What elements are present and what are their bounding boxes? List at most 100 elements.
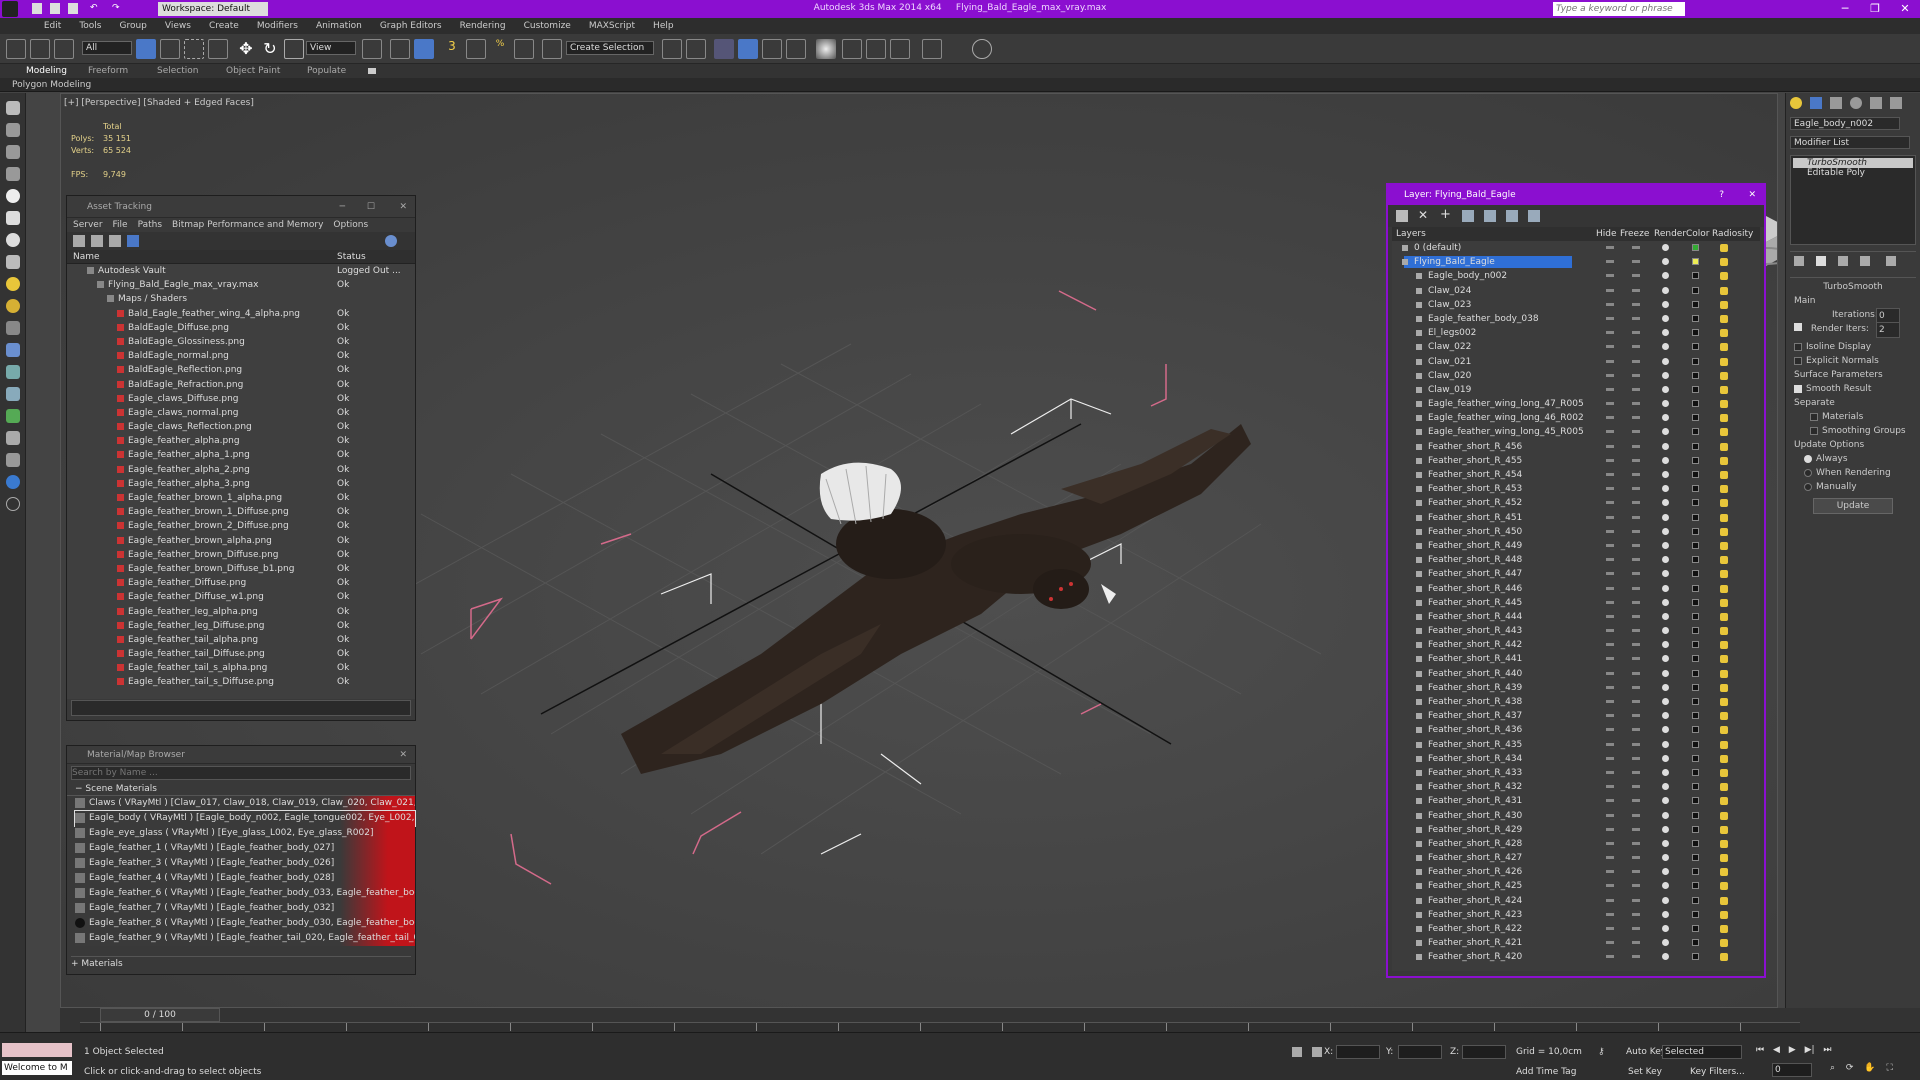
asset-menu-bitmap[interactable]: Bitmap Performance and Memory [172,220,323,230]
hide-toggle-icon[interactable] [1606,870,1614,874]
radiosity-icon[interactable] [1720,726,1728,735]
vray-icon[interactable] [972,39,992,59]
pivot-icon[interactable] [362,39,382,59]
radiosity-icon[interactable] [1720,371,1728,380]
hide-toggle-icon[interactable] [1606,600,1614,604]
radiosity-icon[interactable] [1720,286,1728,295]
render-toggle-icon[interactable] [1662,882,1669,890]
color-swatch-icon[interactable] [1692,471,1699,478]
freeze-toggle-icon[interactable] [1632,543,1640,547]
render-toggle-icon[interactable] [1662,286,1669,294]
new-icon[interactable] [32,3,42,14]
render-toggle-icon[interactable] [1662,641,1669,649]
radiosity-icon[interactable] [1720,698,1728,706]
layer-row[interactable]: Flying_Bald_Eagle [1392,255,1760,269]
color-swatch-icon[interactable] [1692,485,1699,493]
freeze-toggle-icon[interactable] [1632,799,1640,803]
edit-named-selection-icon[interactable] [542,39,562,59]
render-toggle-icon[interactable] [1662,414,1669,422]
hide-toggle-icon[interactable] [1606,841,1614,845]
radiosity-icon[interactable] [1720,499,1728,508]
material-editor-icon[interactable] [816,39,836,59]
layer-row[interactable]: Feather_short_R_450 [1392,525,1760,539]
material-row[interactable]: Eagle_feather_3 ( VRayMtl ) [Eagle_feath… [75,856,415,871]
radiosity-icon[interactable] [1720,570,1728,579]
render-setup-icon[interactable] [842,39,862,59]
render-toggle-icon[interactable] [1662,655,1669,663]
color-swatch-icon[interactable] [1692,258,1699,266]
polygon-modeling-label[interactable]: Polygon Modeling [12,80,91,90]
layer-row[interactable]: Feather_short_R_442 [1392,638,1760,652]
hide-toggle-icon[interactable] [1606,558,1614,562]
scale-icon[interactable] [284,39,304,59]
select-object-icon[interactable] [136,39,156,59]
select-by-name-icon[interactable] [160,39,180,59]
hide-toggle-icon[interactable] [1606,927,1614,930]
radiosity-icon[interactable] [1720,300,1728,309]
mirror-icon[interactable] [662,39,682,59]
render-toggle-icon[interactable] [1662,570,1669,578]
color-swatch-icon[interactable] [1692,868,1699,876]
asset-close-icon[interactable]: ✕ [399,196,407,218]
radiosity-icon[interactable] [1720,456,1728,465]
rollout-title[interactable]: TurboSmooth [1794,280,1912,294]
layer-row[interactable]: Feather_short_R_436 [1392,723,1760,737]
layer-row[interactable]: Feather_short_R_428 [1392,837,1760,851]
color-swatch-icon[interactable] [1692,641,1699,649]
pin-stack-icon[interactable] [1794,256,1804,266]
freeze-toggle-icon[interactable] [1632,302,1640,306]
asset-row[interactable]: Eagle_feather_tail_Diffuse.png Ok [67,647,415,661]
angle-snap-icon[interactable] [466,39,486,59]
material-row[interactable]: Eagle_feather_4 ( VRayMtl ) [Eagle_feath… [75,871,415,886]
menu-group[interactable]: Group [110,18,155,34]
layer-row[interactable]: Feather_short_R_448 [1392,553,1760,567]
curve-editor-icon[interactable] [762,39,782,59]
color-swatch-icon[interactable] [1692,925,1699,932]
hide-toggle-icon[interactable] [1606,770,1614,774]
layer-row[interactable]: Feather_short_R_433 [1392,766,1760,780]
menu-modifiers[interactable]: Modifiers [248,18,307,34]
color-swatch-icon[interactable] [1692,655,1699,663]
color-swatch-icon[interactable] [1692,726,1699,734]
render-toggle-icon[interactable] [1662,499,1669,507]
color-swatch-icon[interactable] [1692,754,1699,762]
explicit-row[interactable]: Explicit Normals [1794,354,1912,368]
hide-toggle-icon[interactable] [1606,643,1614,647]
layer-row[interactable]: Feather_short_R_434 [1392,752,1760,766]
asset-row[interactable]: Eagle_claws_Diffuse.png Ok [67,392,415,406]
asset-row[interactable]: Eagle_feather_Diffuse_w1.png Ok [67,590,415,604]
hide-toggle-icon[interactable] [1606,345,1614,349]
radiosity-icon[interactable] [1720,598,1728,607]
asset-row[interactable]: Eagle_feather_brown_2_Diffuse.png Ok [67,519,415,533]
color-swatch-icon[interactable] [1692,896,1699,904]
color-swatch-icon[interactable] [1692,300,1699,308]
layer-row[interactable]: Feather_short_R_441 [1392,652,1760,666]
color-swatch-icon[interactable] [1692,286,1699,294]
menu-maxscript[interactable]: MAXScript [580,18,644,34]
asset-row[interactable]: Eagle_feather_brown_Diffuse.png Ok [67,548,415,562]
always-row[interactable]: Always [1794,452,1912,466]
color-swatch-icon[interactable] [1692,400,1699,408]
radiosity-icon[interactable] [1720,329,1728,338]
layer-col-layers[interactable]: Layers [1396,227,1426,241]
layer-row[interactable]: Eagle_feather_wing_long_45_R005 [1392,425,1760,439]
render-toggle-icon[interactable] [1662,471,1669,478]
color-swatch-icon[interactable] [1692,612,1699,620]
asset-maximize-icon[interactable]: ☐ [367,196,375,218]
plant-icon[interactable] [6,409,20,423]
layer-row[interactable]: Feather_short_R_422 [1392,922,1760,936]
layer-row[interactable]: Feather_short_R_454 [1392,468,1760,482]
radiosity-icon[interactable] [1720,258,1728,267]
layer-row[interactable]: Feather_short_R_444 [1392,610,1760,624]
layer-close-icon[interactable]: ✕ [1748,185,1756,205]
cylinder-icon[interactable] [6,211,20,225]
freeze-toggle-icon[interactable] [1632,558,1640,562]
hide-all-icon[interactable] [1506,210,1518,222]
smooth-result-checkbox[interactable] [1794,384,1802,393]
layer-row[interactable]: Feather_short_R_451 [1392,511,1760,525]
material-row[interactable]: Eagle_feather_7 ( VRayMtl ) [Eagle_feath… [75,901,415,916]
freeze-toggle-icon[interactable] [1632,756,1640,760]
layer-col-radiosity[interactable]: Radiosity [1712,227,1753,241]
configure-sets-icon[interactable] [1886,256,1896,266]
freeze-toggle-icon[interactable] [1632,728,1640,732]
